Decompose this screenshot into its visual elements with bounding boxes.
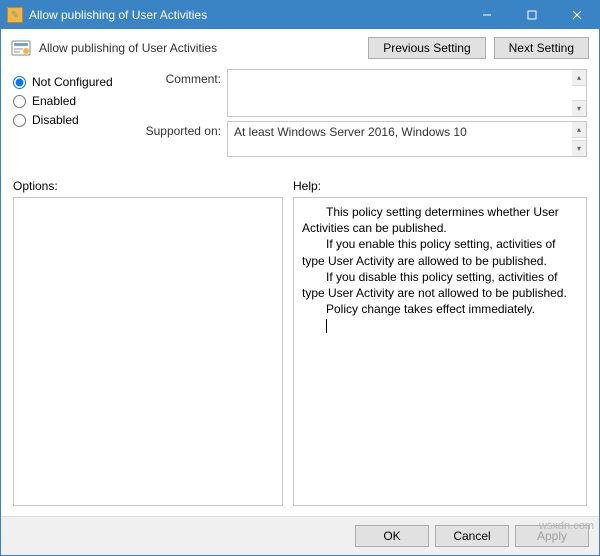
radio-label: Enabled [32,94,76,108]
radio-not-configured[interactable]: Not Configured [13,75,131,89]
cancel-button[interactable]: Cancel [435,525,509,547]
apply-button[interactable]: Apply [515,525,589,547]
close-button[interactable] [554,1,599,29]
scroll-down-icon[interactable]: ▾ [572,100,586,116]
body-area: Not Configured Enabled Disabled Comment:… [1,65,599,516]
comment-label: Comment: [141,69,227,86]
supported-field: At least Windows Server 2016, Windows 10… [227,121,587,157]
comment-field[interactable]: ▴ ▾ [227,69,587,117]
titlebar: ✎ Allow publishing of User Activities [1,1,599,29]
help-text: If you enable this policy setting, activ… [302,236,578,268]
supported-label: Supported on: [141,121,227,138]
subtitle-text: Allow publishing of User Activities [39,41,217,55]
radio-enabled[interactable]: Enabled [13,94,131,108]
supported-value: At least Windows Server 2016, Windows 10 [234,125,467,139]
next-setting-button[interactable]: Next Setting [494,37,589,59]
radio-label: Disabled [32,113,79,127]
options-section-label: Options: [13,179,293,193]
radio-not-configured-input[interactable] [13,76,26,89]
text-cursor [326,319,578,333]
radio-disabled[interactable]: Disabled [13,113,131,127]
radio-disabled-input[interactable] [13,114,26,127]
radio-label: Not Configured [32,75,113,89]
help-panel[interactable]: This policy setting determines whether U… [293,197,587,506]
radio-enabled-input[interactable] [13,95,26,108]
scroll-down-icon[interactable]: ▾ [572,140,586,156]
minimize-button[interactable] [464,1,509,29]
options-panel [13,197,283,506]
policy-dialog: ✎ Allow publishing of User Activities Al… [0,0,600,556]
window-title: Allow publishing of User Activities [29,8,464,22]
header-row: Allow publishing of User Activities Prev… [1,29,599,65]
ok-button[interactable]: OK [355,525,429,547]
state-radios: Not Configured Enabled Disabled [13,69,131,161]
scroll-up-icon[interactable]: ▴ [572,122,586,138]
policy-icon [11,38,31,58]
help-text: This policy setting determines whether U… [302,204,578,236]
help-text: If you disable this policy setting, acti… [302,269,578,301]
help-text: Policy change takes effect immediately. [302,301,578,317]
maximize-button[interactable] [509,1,554,29]
footer: OK Cancel Apply [1,516,599,555]
scroll-up-icon[interactable]: ▴ [572,70,586,86]
help-section-label: Help: [293,179,321,193]
previous-setting-button[interactable]: Previous Setting [368,37,485,59]
app-icon: ✎ [7,7,23,23]
